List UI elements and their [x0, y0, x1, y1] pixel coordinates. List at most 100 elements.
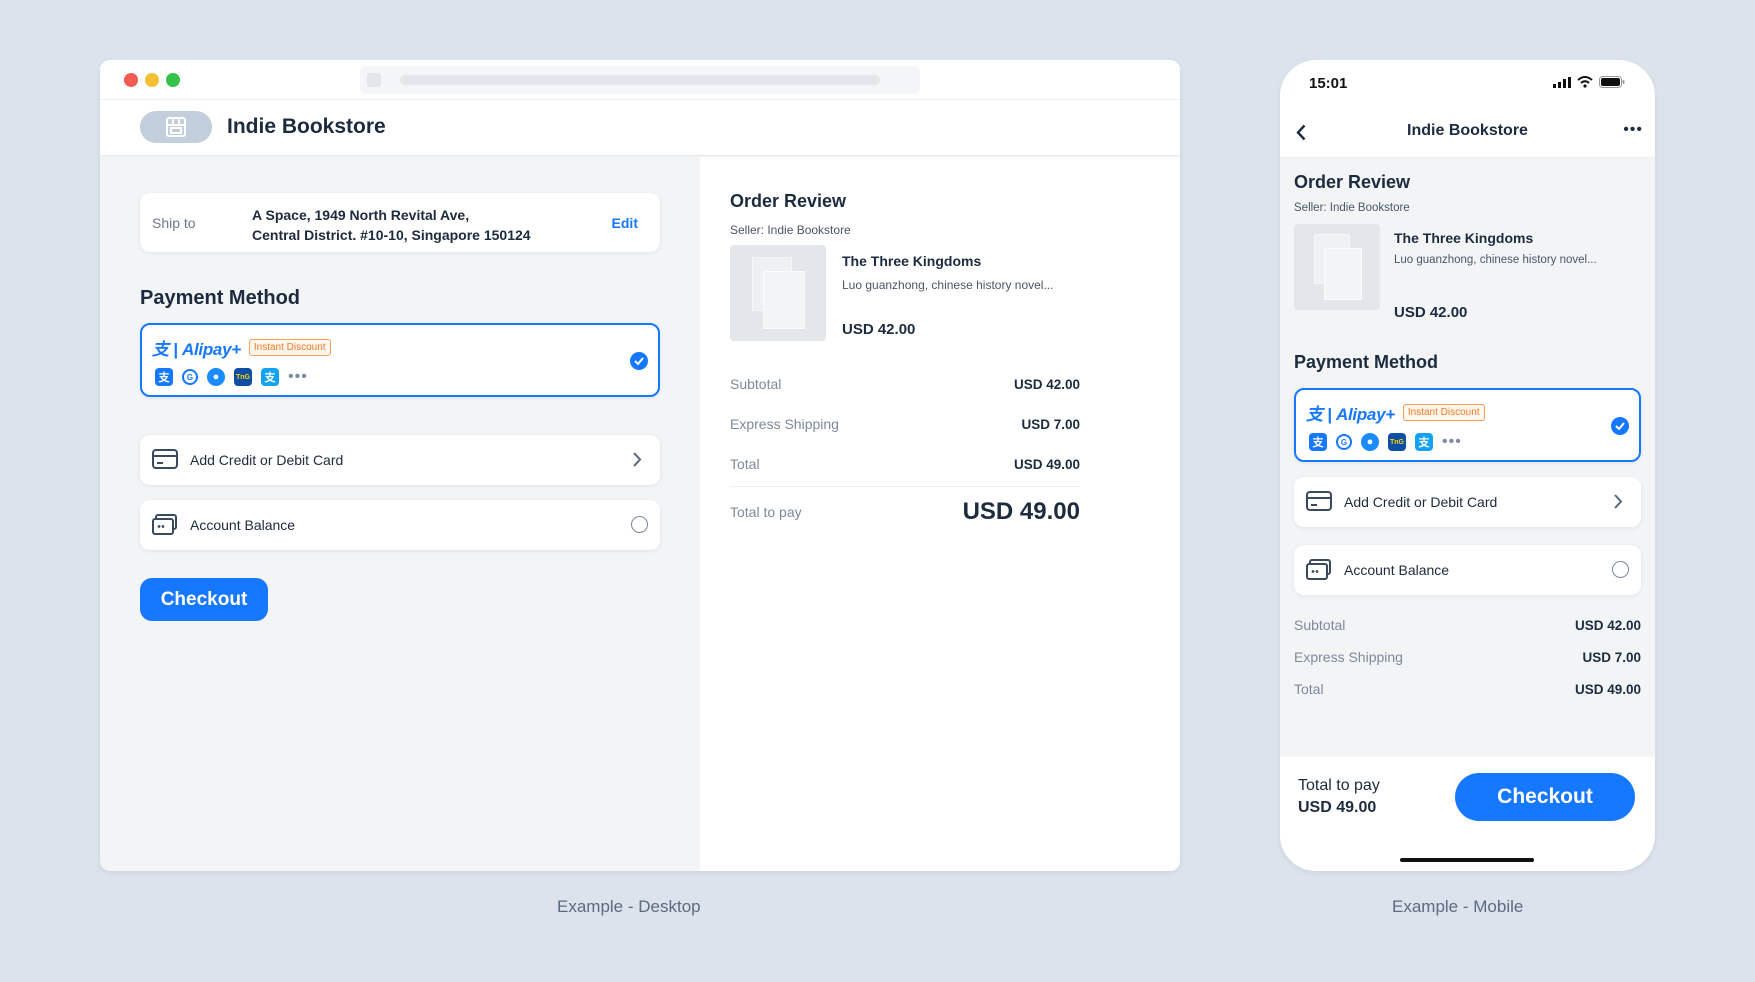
cellular-signal-icon [1553, 76, 1571, 88]
total-label: Total [730, 456, 760, 472]
dana-icon: ● [1361, 433, 1379, 451]
mobile-order-review-title: Order Review [1294, 172, 1411, 192]
mobile-total-to-pay-value: USD 49.00 [1298, 799, 1377, 816]
gcash-icon: G [182, 369, 198, 385]
mobile-total-to-pay-label: Total to pay [1298, 777, 1380, 794]
browser-chrome [100, 60, 1180, 100]
product-title: The Three Kingdoms [842, 253, 982, 269]
order-review-title: Order Review [730, 191, 847, 211]
address-bar[interactable] [360, 66, 920, 94]
mobile-shipping-row: Express Shipping USD 7.00 [1294, 649, 1641, 665]
mobile-nav-bar: Indie Bookstore ••• [1280, 108, 1655, 158]
credit-card-icon [1306, 491, 1332, 511]
instant-discount-badge: Instant Discount [248, 339, 331, 356]
subtotal-value: USD 42.00 [1013, 376, 1080, 392]
mobile-checkout-bar: Total to pay USD 49.00 Checkout [1280, 757, 1655, 871]
alipay-payment-option[interactable]: 支 | Alipay+ Instant Discount 支 G ● TnG 支… [140, 323, 660, 397]
mobile-wallet-icons: 支 G ● TnG 支 ••• [1309, 433, 1462, 451]
mobile-total-value: USD 49.00 [1574, 681, 1641, 697]
total-to-pay-row: Total to pay USD 49.00 [730, 495, 1080, 529]
total-to-pay-value: USD 49.00 [962, 498, 1080, 525]
address-line-2: Central District. #10-10, Singapore 1501… [252, 227, 531, 243]
shipping-row: Express Shipping USD 7.00 [730, 416, 1080, 432]
touchngo-icon: TnG [1388, 433, 1406, 451]
checkout-button[interactable]: Checkout [140, 578, 268, 621]
dana-icon: ● [207, 368, 225, 386]
alipay-logo: 支 | Alipay+ [152, 340, 241, 359]
url-placeholder [400, 75, 880, 85]
selected-check-icon[interactable] [630, 352, 648, 370]
alipay-icon: 支 [1309, 433, 1327, 451]
mobile-alipay-logo: 支 | Alipay+ [1306, 405, 1395, 424]
mobile-alipay-payment-option[interactable]: 支 | Alipay+ Instant Discount 支 G ● TnG 支… [1294, 388, 1641, 462]
mobile-product-title: The Three Kingdoms [1394, 230, 1534, 246]
mobile-shipping-label: Express Shipping [1294, 649, 1403, 665]
chevron-right-icon [633, 452, 642, 467]
payment-method-title: Payment Method [140, 287, 301, 309]
battery-icon [1599, 76, 1625, 88]
address-line-1: A Space, 1949 North Revital Ave, [252, 207, 470, 223]
mobile-add-card-option[interactable]: Add Credit or Debit Card [1294, 477, 1641, 527]
store-header: Indie Bookstore [100, 100, 1180, 156]
total-to-pay-label: Total to pay [730, 504, 802, 520]
alipay-icon: 支 [155, 368, 173, 386]
add-card-label: Add Credit or Debit Card [190, 452, 344, 468]
mobile-account-balance-option[interactable]: Account Balance [1294, 545, 1641, 595]
mobile-payment-method-title: Payment Method [1294, 352, 1439, 372]
subtotal-row: Subtotal USD 42.00 [730, 376, 1080, 392]
account-balance-option[interactable]: Account Balance [140, 500, 660, 550]
mobile-subtotal-value: USD 42.00 [1574, 617, 1641, 633]
mobile-alipay-brand-row: 支 | Alipay+ Instant Discount [1306, 400, 1485, 425]
wallet-icon [1306, 559, 1331, 580]
store-title: Indie Bookstore [227, 115, 386, 138]
balance-radio[interactable] [631, 516, 648, 533]
mobile-instant-discount-badge: Instant Discount [1402, 404, 1485, 421]
mobile-seller-label: Seller: Indie Bookstore [1294, 202, 1410, 214]
add-card-option[interactable]: Add Credit or Debit Card [140, 435, 660, 485]
mobile-total-row: Total USD 49.00 [1294, 681, 1641, 697]
product-description: Luo guanzhong, chinese history novel... [842, 278, 1054, 292]
status-bar: 15:01 [1280, 60, 1655, 108]
touchngo-icon: TnG [234, 368, 252, 386]
favicon-placeholder [367, 73, 381, 87]
mobile-caption: Example - Mobile [1392, 897, 1524, 916]
mobile-product-description: Luo guanzhong, chinese history novel... [1394, 254, 1597, 266]
wallet-icons: 支 G ● TnG 支 ••• [155, 368, 308, 386]
mobile-shipping-value: USD 7.00 [1582, 649, 1641, 665]
alipay-brand-row: 支 | Alipay+ Instant Discount [152, 335, 331, 360]
minimize-window-dot[interactable] [145, 73, 159, 87]
subtotal-label: Subtotal [730, 376, 782, 392]
shipping-address: A Space, 1949 North Revital Ave, Central… [252, 205, 531, 245]
mobile-balance-radio[interactable] [1612, 561, 1629, 578]
status-icons [1553, 76, 1625, 88]
mobile-product-price: USD 42.00 [1394, 304, 1468, 321]
status-time: 15:01 [1309, 75, 1348, 92]
more-options-icon[interactable]: ••• [1623, 121, 1643, 139]
alipayhk-icon: 支 [261, 368, 279, 386]
desktop-caption: Example - Desktop [557, 897, 701, 916]
mobile-product-thumbnail [1294, 224, 1380, 310]
checkout-left-panel: Ship to A Space, 1949 North Revital Ave,… [100, 157, 700, 871]
mobile-store-title: Indie Bookstore [1407, 122, 1528, 139]
storefront-icon [166, 117, 186, 137]
seller-label: Seller: Indie Bookstore [730, 223, 851, 237]
maximize-window-dot[interactable] [166, 73, 180, 87]
mobile-add-card-label: Add Credit or Debit Card [1344, 494, 1498, 510]
mobile-frame: 15:01 Indie Bookstore ••• Order Review S… [1280, 60, 1655, 871]
close-window-dot[interactable] [124, 73, 138, 87]
mobile-subtotal-row: Subtotal USD 42.00 [1294, 617, 1641, 633]
mobile-subtotal-label: Subtotal [1294, 617, 1346, 633]
more-wallets-icon: ••• [288, 368, 308, 385]
product-price: USD 42.00 [842, 321, 916, 338]
wallet-icon [152, 514, 177, 535]
total-value: USD 49.00 [1013, 456, 1080, 472]
summary-divider [730, 486, 1080, 487]
edit-address-link[interactable]: Edit [612, 215, 638, 231]
ship-to-label: Ship to [152, 215, 196, 231]
mobile-checkout-button[interactable]: Checkout [1455, 773, 1635, 821]
store-logo [140, 111, 212, 143]
shipping-label: Express Shipping [730, 416, 839, 432]
mobile-selected-check-icon[interactable] [1611, 417, 1629, 435]
chevron-right-icon [1614, 494, 1623, 509]
more-wallets-icon: ••• [1442, 433, 1462, 450]
